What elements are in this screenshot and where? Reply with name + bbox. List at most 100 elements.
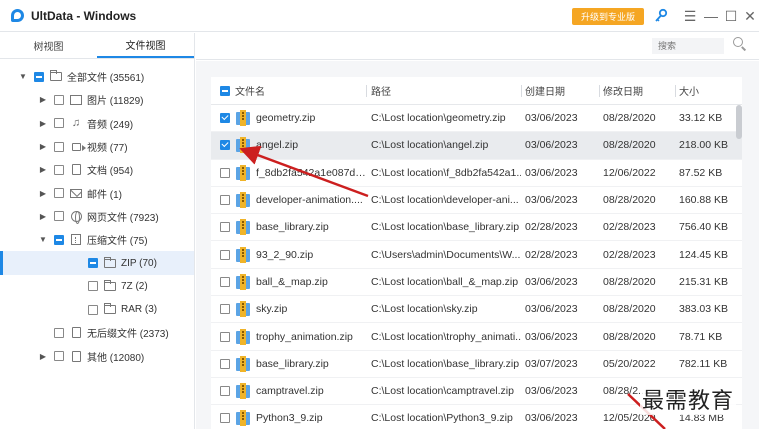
tree-item[interactable]: 7Z (2) [0,275,194,298]
header-modified[interactable]: 修改日期 [599,77,675,105]
tree-item[interactable]: ▶ 视频 (77) [0,135,194,158]
cell-name: geometry.zip [211,110,366,127]
tree-item[interactable]: ZIP (70) [0,251,194,275]
table-row[interactable]: geometry.zip C:\Lost location\geometry.zi… [211,105,742,133]
table-row[interactable]: ball_&_map.zip C:\Lost location\ball_&_ma… [211,269,742,297]
tree-item[interactable]: ▶ 其他 (12080) [0,345,194,368]
tree-item[interactable]: ▶ 邮件 (1) [0,181,194,204]
row-checkbox[interactable] [220,276,230,287]
row-checkbox[interactable] [220,304,230,315]
tab-tree-view[interactable]: 树视图 [0,33,97,58]
category-tree: ▼ 全部文件 (35561) ▶ 图片 (11829) ▶ ♫ 音频 (249) ▶ 视频 (7… [0,59,194,368]
tree-checkbox[interactable] [88,281,98,292]
cell-path: C:\Lost location\Python3_9.zip [371,412,513,425]
tree-item-label: RAR (3) [121,304,158,316]
cell-created: 03/06/2023 [525,303,578,316]
close-icon[interactable]: ✕ [743,8,757,24]
cell-size: 33.12 KB [679,112,723,125]
row-checkbox[interactable] [220,249,230,260]
header-size[interactable]: 大小 [675,77,733,105]
table-row[interactable]: sky.zip C:\Lost location\sky.zip 03/06/202… [211,296,742,324]
select-all-checkbox[interactable] [220,85,230,96]
tree-checkbox[interactable] [54,211,64,222]
cell-path: C:\Lost location\camptravel.zip [371,385,514,398]
folder-outline-icon [104,303,116,316]
table-row[interactable]: f_8db2fa542a1e087d6... C:\Lost location\f… [211,160,742,187]
expand-arrow-icon[interactable]: ▶ [38,142,48,151]
expand-arrow-icon[interactable]: ▼ [38,235,48,244]
search-icon[interactable] [733,37,747,51]
header-created[interactable]: 创建日期 [521,77,599,105]
cell-path: C:\Lost location\angel.zip [371,139,489,152]
title-bar: UltData - Windows [0,0,759,32]
upgrade-button[interactable]: 升级到专业版 [572,8,644,25]
tree-checkbox[interactable] [54,351,64,362]
tree-item[interactable]: ▶ 网页文件 (7923) [0,205,194,228]
tree-item[interactable]: 无后缀文件 (2373) [0,321,194,344]
tree-item[interactable]: RAR (3) [0,298,194,321]
file-name: developer-animation.... [256,194,363,207]
tree-checkbox[interactable] [54,188,64,199]
row-checkbox[interactable] [220,358,230,369]
row-checkbox[interactable] [220,195,230,206]
tree-item-label: 图片 (11829) [87,96,144,108]
tree-checkbox[interactable] [88,304,98,315]
expand-arrow-icon[interactable]: ▶ [38,352,48,361]
tree-item[interactable]: ▶ 图片 (11829) [0,88,194,111]
tree-item[interactable]: ▼ 压缩文件 (75) [0,228,194,251]
row-checkbox[interactable] [220,413,230,424]
maximize-icon[interactable]: ☐ [724,8,738,24]
expand-arrow-icon[interactable]: ▶ [38,119,48,128]
table-row[interactable]: trophy_animation.zip C:\Lost location\tro… [211,323,742,351]
row-checkbox[interactable] [220,222,230,233]
tree-checkbox[interactable] [54,118,64,129]
expand-arrow-icon[interactable]: ▼ [18,72,28,81]
cell-name: base_library.zip [211,355,366,372]
tree-item[interactable]: ▶ 文档 (954) [0,158,194,181]
cell-created: 03/06/2023 [525,194,578,207]
row-checkbox[interactable] [220,140,230,151]
key-icon[interactable] [654,8,668,24]
expand-arrow-icon[interactable]: ▶ [38,95,48,104]
left-panel: 树视图 文件视图 ▼ 全部文件 (35561) ▶ 图片 (11829) ▶ ♫ 音频 (2… [0,33,195,429]
tree-checkbox[interactable] [88,258,98,269]
minimize-icon[interactable]: — [704,8,718,24]
cell-path: C:\Lost location\ball_&_map.zip [371,275,519,288]
zip-file-icon [236,137,252,154]
row-checkbox[interactable] [220,386,230,397]
cell-path: C:\Lost location\f_8db2fa542a1... [371,166,521,179]
tree-checkbox[interactable] [34,71,44,82]
row-checkbox[interactable] [220,113,230,124]
cell-name: ball_&_map.zip [211,273,366,290]
scrollbar-thumb[interactable] [736,105,742,139]
tree-checkbox[interactable] [54,327,64,338]
cell-size: 124.45 KB [679,248,729,261]
table-row[interactable]: base_library.zip C:\Lost location\base_li… [211,351,742,378]
header-name[interactable]: 文件名 [211,77,366,105]
tree-checkbox[interactable] [54,94,64,105]
tree-item[interactable]: ▼ 全部文件 (35561) [0,65,194,88]
table-row[interactable]: base_library.zip C:\Lost location\base_li… [211,214,742,242]
tree-checkbox[interactable] [54,141,64,152]
expand-arrow-icon[interactable]: ▶ [38,212,48,221]
tab-file-view[interactable]: 文件视图 [97,33,194,58]
row-checkbox[interactable] [220,331,230,342]
tree-item[interactable]: ▶ ♫ 音频 (249) [0,112,194,135]
menu-icon[interactable]: ☰ [683,8,697,24]
file-name: angel.zip [256,139,299,152]
cell-path: C:\Lost location\geometry.zip [371,112,506,125]
tree-checkbox[interactable] [54,234,64,245]
table-row[interactable]: 93_2_90.zip C:\Users\admin\Documents\W...… [211,241,742,269]
zip-file-icon [236,328,252,345]
expand-arrow-icon[interactable]: ▶ [38,189,48,198]
tree-checkbox[interactable] [54,164,64,175]
tree-item-label: ZIP (70) [121,257,157,269]
expand-arrow-icon[interactable]: ▶ [38,165,48,174]
table-row[interactable]: developer-animation.... C:\Lost location\… [211,187,742,215]
search-input[interactable] [652,38,724,54]
row-checkbox[interactable] [220,167,230,178]
cell-created: 03/06/2023 [525,412,578,425]
header-path[interactable]: 路径 [366,77,521,105]
table-row[interactable]: angel.zip C:\Lost location\angel.zip 03/06… [211,132,742,160]
tree-item-label: 7Z (2) [121,280,148,292]
